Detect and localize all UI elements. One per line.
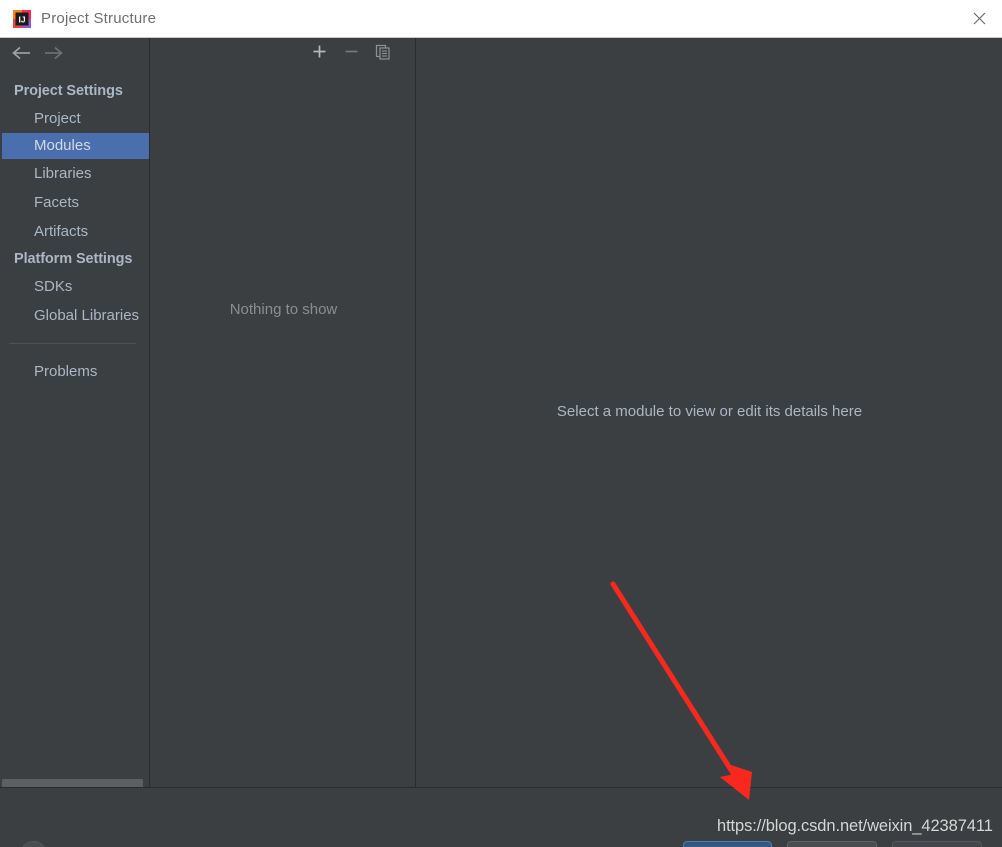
- navigation-arrows: [0, 38, 150, 70]
- modules-list-panel: Nothing to show: [151, 38, 416, 788]
- sidebar-item-artifacts[interactable]: Artifacts: [0, 217, 150, 246]
- project-structure-dialog: IJ Project Structure Project Settings Pr…: [0, 0, 1002, 847]
- forward-button[interactable]: [40, 44, 66, 66]
- watermark-text: https://blog.csdn.net/weixin_42387411: [717, 817, 993, 835]
- intellij-idea-logo-icon: IJ: [13, 10, 31, 28]
- module-details-panel: Select a module to view or edit its deta…: [417, 38, 1002, 788]
- copy-icon: [375, 44, 391, 65]
- remove-module-button[interactable]: [339, 42, 363, 66]
- details-placeholder-message: Select a module to view or edit its deta…: [556, 403, 863, 420]
- sidebar-item-facets[interactable]: Facets: [0, 188, 150, 217]
- modules-empty-message: Nothing to show: [229, 301, 338, 318]
- dialog-body: Project Settings Project Modules Librari…: [0, 38, 1002, 847]
- close-button[interactable]: [956, 0, 1002, 37]
- apply-button[interactable]: Apply: [892, 841, 982, 847]
- modules-toolbar: [151, 38, 416, 70]
- copy-module-button[interactable]: [371, 42, 395, 66]
- nav-group-project-settings: Project Settings: [14, 83, 123, 99]
- sidebar-item-sdks[interactable]: SDKs: [0, 272, 150, 301]
- arrow-right-icon: [43, 46, 64, 65]
- nav-group-platform-settings: Platform Settings: [14, 251, 133, 267]
- sidebar-divider: [9, 343, 136, 344]
- sidebar-item-libraries[interactable]: Libraries: [0, 159, 150, 188]
- back-button[interactable]: [8, 44, 34, 66]
- add-module-button[interactable]: [307, 42, 331, 66]
- close-icon: [973, 12, 986, 25]
- sidebar-item-modules[interactable]: Modules: [2, 133, 149, 159]
- window-titlebar: IJ Project Structure: [0, 0, 1002, 38]
- ok-button[interactable]: OK: [683, 841, 772, 847]
- minus-icon: [344, 44, 359, 64]
- svg-text:IJ: IJ: [18, 15, 25, 25]
- sidebar-item-global-libraries[interactable]: Global Libraries: [0, 301, 150, 330]
- settings-sidebar: Project Settings Project Modules Librari…: [0, 38, 150, 790]
- help-button[interactable]: ?: [20, 841, 47, 847]
- cancel-button[interactable]: Cancel: [787, 841, 877, 847]
- sidebar-item-project[interactable]: Project: [0, 104, 150, 133]
- sidebar-item-problems[interactable]: Problems: [0, 357, 150, 386]
- window-title: Project Structure: [41, 10, 157, 27]
- plus-icon: [312, 44, 327, 64]
- settings-nav-list: Project Settings Project Modules Librari…: [0, 78, 150, 386]
- arrow-left-icon: [11, 46, 32, 65]
